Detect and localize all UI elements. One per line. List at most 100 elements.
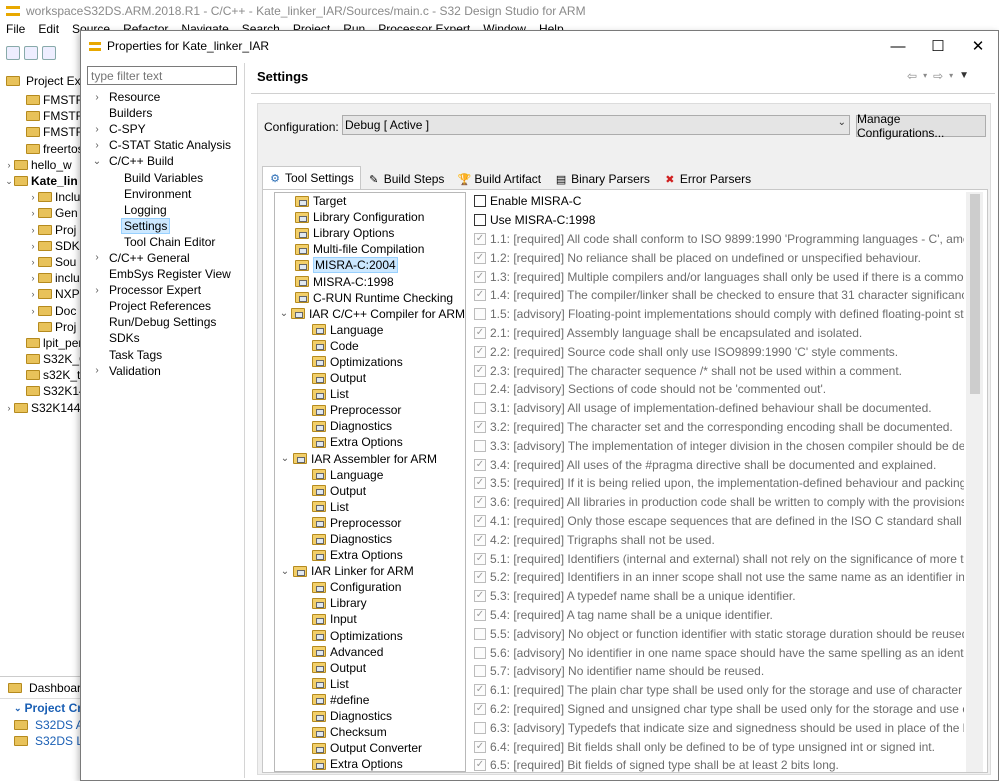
tool-tree-item[interactable]: Library Options (275, 225, 465, 241)
minimize-button[interactable]: — (878, 31, 918, 61)
tool-tree-item[interactable]: Diagnostics (275, 531, 465, 547)
project-explorer-tab[interactable]: Project Expl (0, 70, 81, 92)
nav-item-task-tags[interactable]: Task Tags (85, 347, 243, 363)
scrollbar-thumb[interactable] (970, 194, 980, 394)
expand-right-icon[interactable]: › (28, 257, 38, 267)
nav-item-tool-chain-editor[interactable]: Tool Chain Editor (85, 234, 243, 250)
expand-right-icon[interactable]: › (28, 241, 38, 251)
tool-tree-item[interactable]: Language (275, 322, 465, 338)
menu-item-file[interactable]: File (6, 22, 25, 38)
tool-tree-item[interactable]: #define (275, 692, 465, 708)
project-tree-item[interactable]: › Proj (0, 222, 81, 238)
configuration-select[interactable]: Debug [ Active ] ⌄ (342, 115, 850, 135)
tool-tree-item[interactable]: Library (275, 595, 465, 611)
project-tree-item[interactable]: s32K_te (0, 367, 81, 383)
forward-menu-icon[interactable]: ▾ (949, 69, 953, 83)
tool-tree-item[interactable]: List (275, 386, 465, 402)
tab-tool-settings[interactable]: ⚙ Tool Settings (262, 166, 361, 190)
tab-build-steps[interactable]: ✎ Build Steps (361, 168, 452, 190)
project-tree-item[interactable]: › Inclu (0, 189, 81, 205)
forward-arrow-icon[interactable]: ⇨ (933, 69, 943, 83)
nav-item-processor-expert[interactable]: › Processor Expert (85, 282, 243, 298)
tool-tree-item[interactable]: Multi-file Compilation (275, 241, 465, 257)
tool-tree-item[interactable]: MISRA-C:1998 (275, 273, 465, 289)
tool-tree-item[interactable]: Code (275, 338, 465, 354)
expand-down-icon[interactable]: ⌄ (91, 156, 103, 167)
project-tree-item[interactable]: › hello_w (0, 157, 81, 173)
expand-right-icon[interactable]: › (91, 365, 103, 376)
expand-right-icon[interactable]: › (28, 225, 38, 235)
enable-misra-checkbox-row[interactable]: Enable MISRA-C (474, 192, 964, 211)
dashboard-link[interactable]: S32DS Lib (0, 733, 82, 749)
nav-item-validation[interactable]: › Validation (85, 363, 243, 379)
project-tree-item[interactable]: FMSTR_ (0, 92, 81, 108)
expand-right-icon[interactable]: › (4, 160, 14, 170)
project-tree-item[interactable]: › Doc (0, 302, 81, 318)
nav-item-run-debug-settings[interactable]: Run/Debug Settings (85, 314, 243, 330)
nav-item-settings[interactable]: Settings (85, 217, 243, 234)
expand-down-icon[interactable]: ⌄ (279, 308, 289, 319)
tool-tree-item[interactable]: C-RUN Runtime Checking (275, 290, 465, 306)
nav-item-c-stat-static-analysis[interactable]: › C-STAT Static Analysis (85, 137, 243, 153)
tool-tree-item[interactable]: Diagnostics (275, 418, 465, 434)
project-tree-item[interactable]: S32K144 (0, 383, 81, 399)
tool-tree-item[interactable]: List (275, 499, 465, 515)
project-tree-item[interactable]: FMSTR_ (0, 124, 81, 140)
dashboard-tab[interactable]: Dashboard (0, 677, 82, 699)
menu-item-edit[interactable]: Edit (38, 22, 59, 38)
tool-tree-item[interactable]: Output (275, 483, 465, 499)
project-tree-item[interactable]: ⌄ Kate_lin (0, 173, 81, 189)
back-menu-icon[interactable]: ▾ (923, 69, 927, 83)
nav-item-resource[interactable]: › Resource (85, 89, 243, 105)
tool-tree-item[interactable]: Library Configuration (275, 209, 465, 225)
tool-tree-item[interactable]: ⌄ IAR Linker for ARM (275, 563, 465, 579)
project-tree-item[interactable]: › SDK (0, 238, 81, 254)
expand-right-icon[interactable]: › (28, 273, 38, 283)
project-tree-item[interactable]: FMSTR_ (0, 108, 81, 124)
tool-tree-item[interactable]: Extra Options (275, 756, 465, 771)
project-tree-item[interactable]: › Sou (0, 254, 81, 270)
expand-right-icon[interactable]: › (91, 124, 103, 135)
nav-item-builders[interactable]: Builders (85, 105, 243, 121)
expand-right-icon[interactable]: › (91, 92, 103, 103)
project-tree-item[interactable]: › inclu (0, 270, 81, 286)
tool-tree-item[interactable]: Checksum (275, 724, 465, 740)
expand-right-icon[interactable]: › (91, 252, 103, 263)
tool-tree-item[interactable]: Optimizations (275, 628, 465, 644)
nav-item-embsys-register-view[interactable]: EmbSys Register View (85, 266, 243, 282)
project-tree-item[interactable]: › S32K144 (0, 400, 81, 416)
dashboard-link[interactable]: S32DS Ap (0, 717, 82, 733)
nav-item-c-c-general[interactable]: › C/C++ General (85, 250, 243, 266)
expand-right-icon[interactable]: › (28, 306, 38, 316)
expand-down-icon[interactable]: ⌄ (279, 566, 291, 577)
new-icon[interactable] (6, 46, 20, 60)
tool-tree-item[interactable]: Target (275, 193, 465, 209)
expand-down-icon[interactable]: ⌄ (4, 176, 14, 187)
tool-tree-item[interactable]: MISRA-C:2004 (275, 257, 465, 274)
nav-item-sdks[interactable]: SDKs (85, 330, 243, 346)
project-tree-item[interactable]: S32K_C (0, 351, 81, 367)
save-all-icon[interactable] (42, 46, 56, 60)
tool-tree-item[interactable]: ⌄ IAR C/C++ Compiler for ARM (275, 306, 465, 322)
tool-tree-item[interactable]: Input (275, 611, 465, 627)
tool-tree-item[interactable]: Language (275, 467, 465, 483)
expand-right-icon[interactable]: › (91, 140, 103, 151)
expand-right-icon[interactable]: › (28, 192, 38, 202)
back-arrow-icon[interactable]: ⇦ (907, 69, 917, 83)
project-tree-item[interactable]: freertos (0, 141, 81, 157)
expand-right-icon[interactable]: › (28, 208, 38, 218)
tool-tree-item[interactable]: Output (275, 370, 465, 386)
misra-list-scrollbar[interactable] (966, 192, 983, 772)
project-creation-heading[interactable]: ⌄ Project Cre (0, 699, 82, 717)
tool-tree-item[interactable]: Output Converter (275, 740, 465, 756)
tab-error-parsers[interactable]: ✖ Error Parsers (657, 168, 758, 190)
expand-right-icon[interactable]: › (28, 289, 38, 299)
view-menu-icon[interactable]: ▼ (959, 69, 969, 83)
filter-input[interactable] (87, 66, 237, 85)
nav-item-project-references[interactable]: Project References (85, 298, 243, 314)
expand-right-icon[interactable]: › (4, 403, 14, 413)
tool-tree-item[interactable]: List (275, 676, 465, 692)
checkbox-unchecked-icon[interactable] (474, 195, 486, 208)
expand-right-icon[interactable]: › (91, 285, 103, 296)
tool-tree-item[interactable]: Preprocessor (275, 402, 465, 418)
